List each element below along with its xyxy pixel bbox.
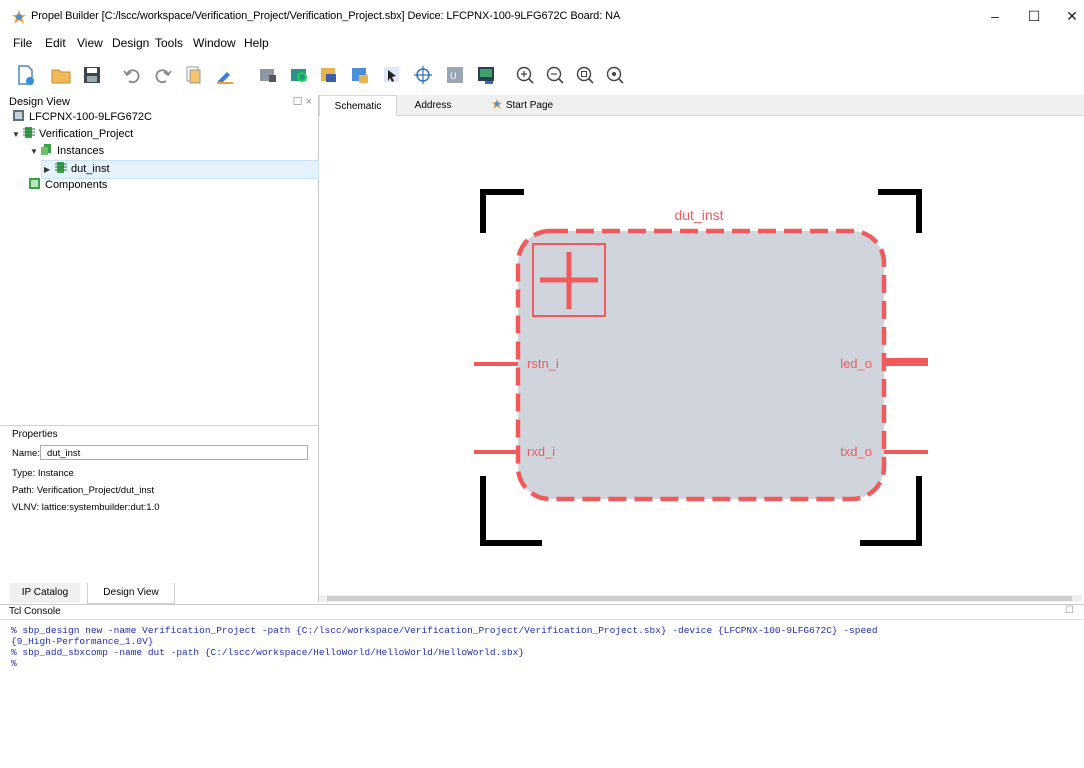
minimize-button[interactable]: – bbox=[980, 4, 1010, 28]
console-restore-icon[interactable]: ☐ bbox=[1065, 605, 1074, 616]
menu-view[interactable]: View bbox=[77, 36, 103, 50]
menu-tools[interactable]: Tools bbox=[155, 36, 183, 50]
properties-panel: Properties Name: dut_inst Type: Instance… bbox=[0, 425, 318, 596]
tree-project-label: Verification_Project bbox=[39, 128, 134, 140]
toolbar: U bbox=[0, 56, 1084, 94]
menu-design[interactable]: Design bbox=[112, 36, 149, 50]
editor-area: Schematic Address Start Page dut_inst rs bbox=[319, 95, 1084, 602]
menu-window[interactable]: Window bbox=[193, 36, 236, 50]
console-line: {9_High-Performance_1.0V} bbox=[11, 636, 154, 647]
connect-icon[interactable] bbox=[318, 64, 340, 86]
new-file-icon[interactable] bbox=[14, 64, 36, 86]
instance-chip-icon bbox=[55, 162, 67, 173]
terminal-icon[interactable] bbox=[475, 64, 497, 86]
vlnv-text: VLNV: lattice:systembuilder:dut:1.0 bbox=[12, 502, 160, 513]
properties-title: Properties bbox=[12, 429, 58, 440]
tree-instances-label: Instances bbox=[57, 145, 105, 157]
left-bottom-tabs: IP Catalog Design View bbox=[0, 583, 318, 604]
tab-start-page[interactable]: Start Page bbox=[482, 95, 562, 115]
menu-edit[interactable]: Edit bbox=[45, 36, 66, 50]
schematic-canvas[interactable]: dut_inst rstn_i rxd_i led_o txd_o bbox=[319, 116, 1084, 596]
port-label-led-o: led_o bbox=[840, 356, 872, 371]
pencil-icon[interactable] bbox=[214, 64, 236, 86]
menu-bar: File Edit View Design Tools Window Help bbox=[0, 33, 1084, 53]
tcl-console-header: Tcl Console ☐ bbox=[0, 605, 1084, 620]
selection-corner-top-left bbox=[480, 189, 524, 233]
generate-icon[interactable]: U bbox=[444, 64, 466, 86]
zoom-fit-icon[interactable] bbox=[574, 64, 596, 86]
zoom-out-icon[interactable] bbox=[544, 64, 566, 86]
menu-file[interactable]: File bbox=[13, 36, 32, 50]
instances-icon bbox=[41, 144, 51, 155]
editor-tabs: Schematic Address Start Page bbox=[319, 95, 1084, 116]
tab-schematic[interactable]: Schematic bbox=[319, 95, 397, 116]
block-name-label: dut_inst bbox=[674, 207, 723, 223]
panel-restore-icon[interactable]: ☐ × bbox=[293, 95, 312, 108]
horizontal-scrollbar[interactable] bbox=[319, 595, 1082, 602]
type-text: Type: Instance bbox=[12, 468, 74, 479]
propel-app-icon bbox=[12, 10, 26, 24]
console-line: % bbox=[11, 658, 17, 669]
design-view-title: Design View bbox=[9, 96, 70, 108]
redo-icon[interactable] bbox=[152, 64, 174, 86]
design-view-header: Design View ☐ × bbox=[0, 95, 318, 110]
tree-instance-label: dut_inst bbox=[71, 163, 110, 175]
console-line: % sbp_design new -name Verification_Proj… bbox=[11, 625, 878, 636]
expand-arrow-icon[interactable]: ▼ bbox=[30, 143, 40, 160]
design-view-panel: Design View ☐ × LFCPNX-100-9LFG672C ▼ Ver… bbox=[0, 95, 319, 604]
scrollbar-thumb[interactable] bbox=[327, 596, 1072, 601]
zoom-area-icon[interactable] bbox=[604, 64, 626, 86]
menu-help[interactable]: Help bbox=[244, 36, 269, 50]
tcl-console: Tcl Console ☐ % sbp_design new -name Ver… bbox=[0, 604, 1084, 768]
select-icon[interactable] bbox=[381, 64, 403, 86]
save-icon[interactable] bbox=[81, 64, 103, 86]
components-icon bbox=[29, 178, 40, 189]
svg-text:U: U bbox=[450, 72, 457, 82]
selection-corner-top-right bbox=[878, 189, 922, 233]
tree-device[interactable]: LFCPNX-100-9LFG672C bbox=[12, 109, 152, 126]
tab-design-view[interactable]: Design View bbox=[87, 583, 175, 604]
tree-components-label: Components bbox=[45, 179, 108, 191]
device-chip-icon bbox=[13, 110, 24, 121]
tab-ip-catalog[interactable]: IP Catalog bbox=[10, 583, 80, 603]
schematic-drawing: dut_inst rstn_i rxd_i led_o txd_o bbox=[474, 189, 928, 546]
name-field[interactable]: dut_inst bbox=[40, 445, 308, 460]
port-label-txd-o: txd_o bbox=[840, 444, 872, 459]
collapse-arrow-icon[interactable]: ▶ bbox=[44, 161, 54, 178]
tcl-console-output[interactable]: % sbp_design new -name Verification_Proj… bbox=[11, 625, 1079, 669]
copy-icon[interactable] bbox=[182, 64, 204, 86]
tree-instances[interactable]: ▼ Instances bbox=[30, 143, 104, 160]
tab-address[interactable]: Address bbox=[401, 95, 465, 115]
tree-components[interactable]: Components bbox=[28, 177, 107, 194]
title-bar: Propel Builder [C:/lscc/workspace/Verifi… bbox=[0, 0, 1084, 33]
tcl-console-title: Tcl Console bbox=[9, 606, 61, 617]
tree-project[interactable]: ▼ Verification_Project bbox=[12, 126, 133, 143]
window-title: Propel Builder [C:/lscc/workspace/Verifi… bbox=[31, 10, 621, 22]
run-icon[interactable] bbox=[288, 64, 310, 86]
port-label-rstn-i: rstn_i bbox=[527, 356, 559, 371]
add-block-icon[interactable] bbox=[349, 64, 371, 86]
path-text: Path: Verification_Project/dut_inst bbox=[12, 485, 155, 496]
name-label: Name: bbox=[12, 448, 40, 459]
expand-arrow-icon[interactable]: ▼ bbox=[12, 126, 22, 143]
tab-start-page-label: Start Page bbox=[505, 100, 554, 111]
undo-icon[interactable] bbox=[121, 64, 143, 86]
tree-device-label: LFCPNX-100-9LFG672C bbox=[29, 111, 152, 123]
console-line: % sbp_add_sbxcomp -name dut -path {C:/ls… bbox=[11, 647, 525, 658]
crosshair-icon[interactable] bbox=[412, 64, 434, 86]
instance-block[interactable] bbox=[515, 228, 887, 502]
port-label-rxd-i: rxd_i bbox=[527, 444, 555, 459]
maximize-button[interactable]: ☐ bbox=[1019, 4, 1049, 28]
module-icon[interactable] bbox=[257, 64, 279, 86]
open-folder-icon[interactable] bbox=[50, 64, 72, 86]
start-page-icon bbox=[491, 98, 503, 110]
project-icon bbox=[23, 127, 35, 138]
zoom-in-icon[interactable] bbox=[514, 64, 536, 86]
close-button[interactable]: ✕ bbox=[1057, 4, 1084, 28]
